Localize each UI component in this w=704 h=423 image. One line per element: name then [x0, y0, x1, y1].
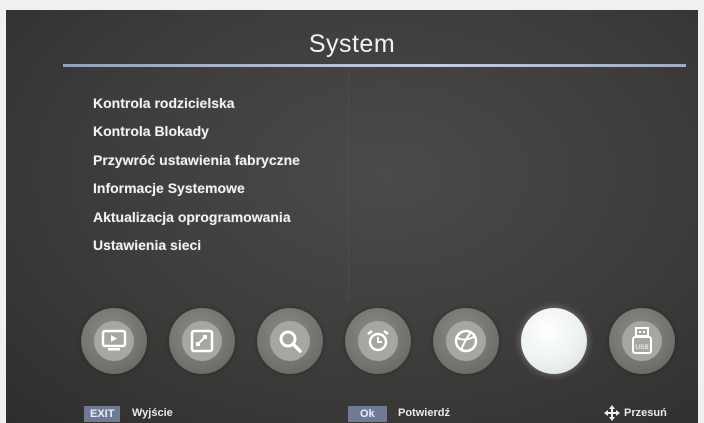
ball-icon	[446, 321, 486, 361]
tv-menu-button[interactable]	[81, 308, 147, 374]
games-menu-button[interactable]	[433, 308, 499, 374]
svg-text:USB: USB	[635, 344, 648, 351]
exit-key: EXIT	[84, 406, 121, 422]
system-menu-button[interactable]	[521, 308, 587, 374]
picture-icon	[182, 321, 222, 361]
system-icon	[534, 321, 574, 361]
move-arrows-icon	[604, 405, 620, 421]
menu-item-software-update[interactable]: Aktualizacja oprogramowania	[93, 208, 300, 236]
menu-item-lock-control[interactable]: Kontrola Blokady	[93, 122, 300, 150]
footer-hint-bar: EXIT Wyjście Ok Potwierdź Przesuń	[6, 404, 698, 423]
menu-item-factory-reset[interactable]: Przywróć ustawienia fabryczne	[93, 151, 300, 179]
usb-menu-button[interactable]: USB	[609, 308, 675, 374]
title-underline	[63, 64, 686, 67]
alarm-clock-icon	[358, 321, 398, 361]
menu-item-system-info[interactable]: Informacje Systemowe	[93, 179, 300, 207]
timer-menu-button[interactable]	[345, 308, 411, 374]
usb-icon: USB	[622, 321, 662, 361]
menu-item-network-settings[interactable]: Ustawienia sieci	[93, 236, 300, 264]
search-menu-button[interactable]	[257, 308, 323, 374]
search-icon	[270, 321, 310, 361]
ok-label: Potwierdź	[398, 407, 450, 419]
picture-menu-button[interactable]	[169, 308, 235, 374]
tv-screen: System Kontrola rodzicielska Kontrola Bl…	[6, 10, 698, 423]
exit-label: Wyjście	[132, 407, 173, 419]
main-menu-icon-bar: USB	[81, 308, 698, 380]
panel-divider	[348, 70, 349, 300]
page-title: System	[308, 30, 396, 58]
system-menu: Kontrola rodzicielska Kontrola Blokady P…	[93, 94, 300, 264]
ok-key: Ok	[348, 406, 387, 422]
menu-item-parental-control[interactable]: Kontrola rodzicielska	[93, 94, 300, 122]
tv-icon	[94, 321, 134, 361]
move-label: Przesuń	[624, 407, 667, 419]
